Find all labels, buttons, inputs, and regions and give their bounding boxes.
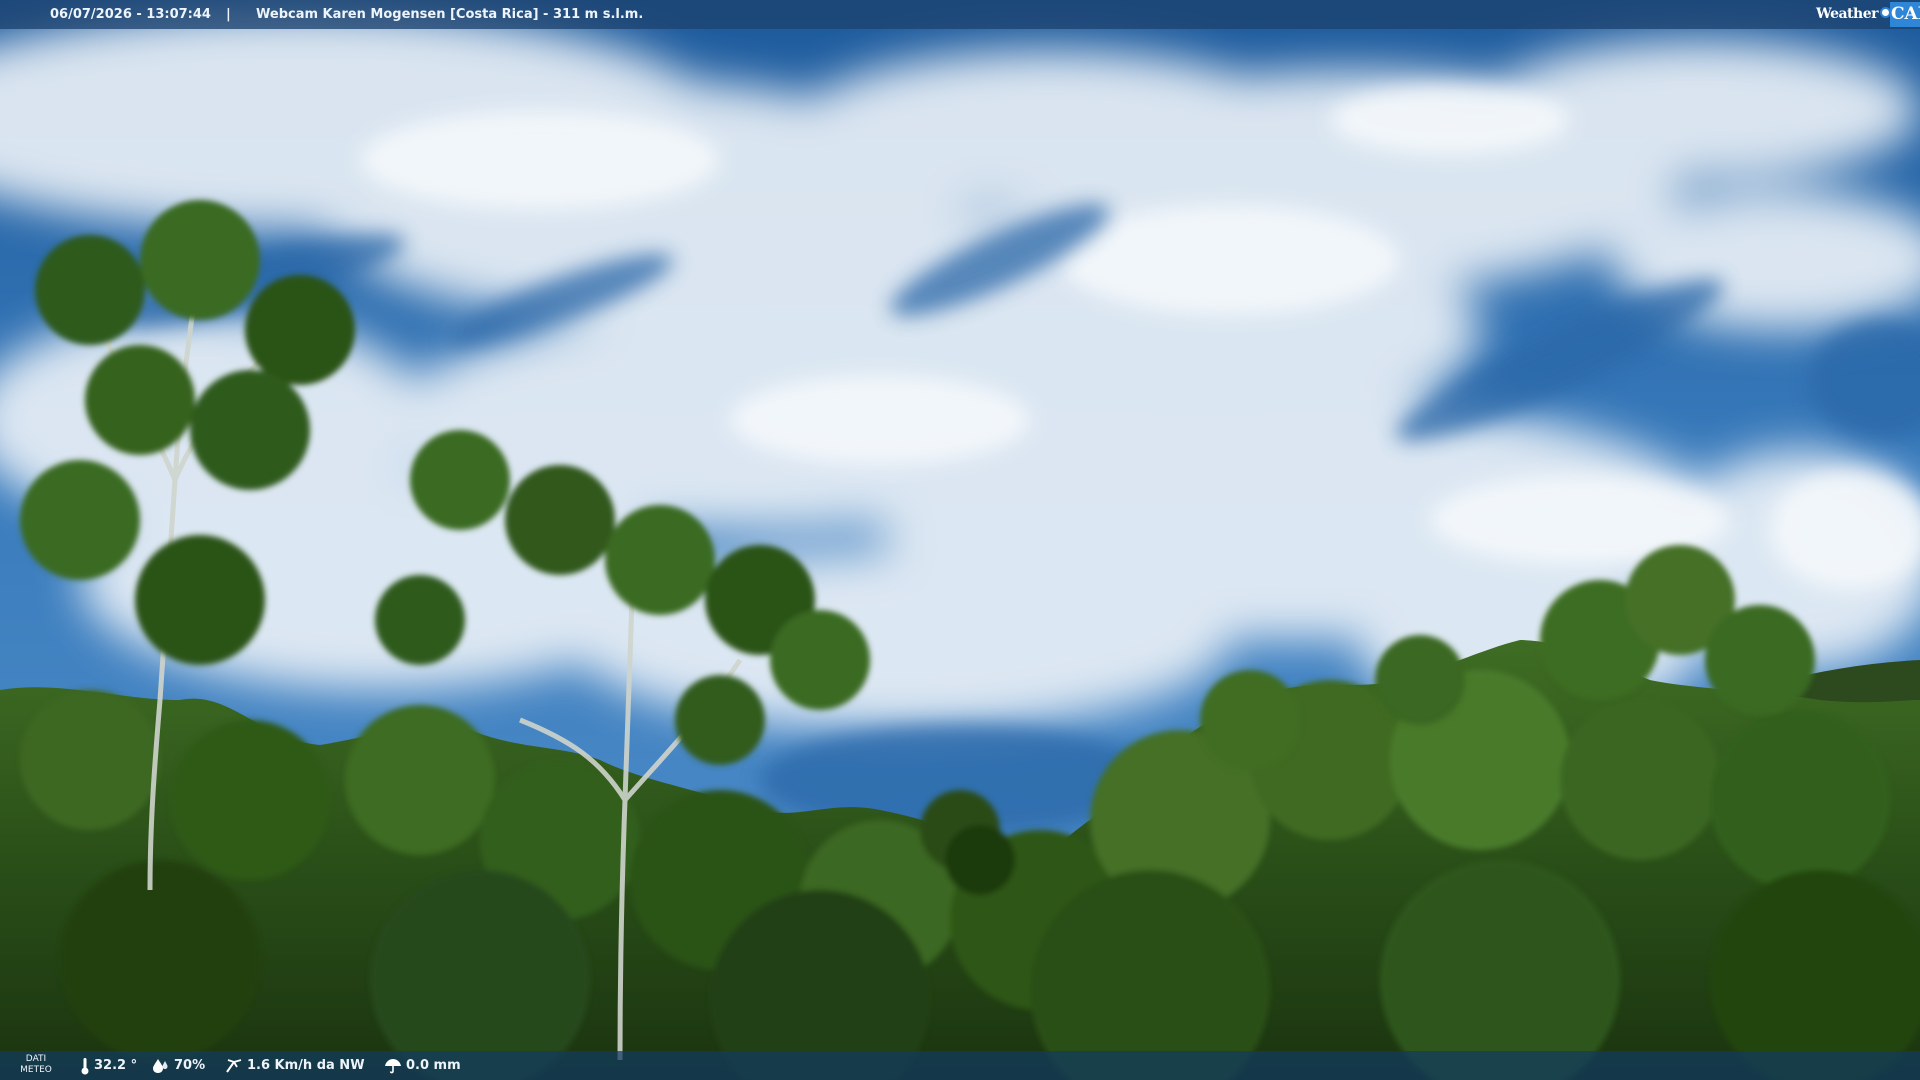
humidity-reading: 70% — [152, 1051, 205, 1080]
temperature-value: 32.2 ° — [94, 1058, 138, 1073]
rain-reading: 0.0 mm — [384, 1051, 461, 1080]
wind-icon — [226, 1058, 242, 1073]
weather-data-label: DATI METEO — [14, 1054, 58, 1076]
webcam-location: Webcam Karen Mogensen [Costa Rica] - 311… — [256, 7, 644, 22]
humidity-value: 70% — [174, 1058, 206, 1073]
wind-reading: 1.6 Km/h da NW — [225, 1051, 365, 1080]
weather-data-bar: DATI METEO 32.2 ° 70% 1.6 Km/h da NW 0.0… — [0, 1051, 1920, 1080]
webcam-frame: 06/07/2026 - 13:07:44 | Webcam Karen Mog… — [0, 0, 1920, 1080]
logo-cam-text: CAM — [1891, 4, 1920, 24]
webcam-image — [0, 0, 1920, 1080]
rain-value: 0.0 mm — [406, 1058, 461, 1073]
thermometer-icon — [81, 1057, 89, 1074]
weather-data-label-line2: METEO — [20, 1065, 52, 1075]
capture-datetime: 06/07/2026 - 13:07:44 — [50, 7, 211, 22]
wind-value: 1.6 Km/h da NW — [247, 1058, 365, 1073]
temperature-reading: 32.2 ° — [80, 1051, 137, 1080]
logo-weather-text: Weather — [1816, 6, 1879, 22]
humidity-drop-icon — [153, 1058, 168, 1073]
top-info-bar: 06/07/2026 - 13:07:44 | Webcam Karen Mog… — [0, 0, 1920, 29]
weather-data-label-line1: DATI — [25, 1054, 47, 1064]
rain-umbrella-icon — [385, 1058, 401, 1073]
weathercam-logo: Weather CAM — [1816, 0, 1920, 29]
separator: | — [226, 7, 231, 22]
